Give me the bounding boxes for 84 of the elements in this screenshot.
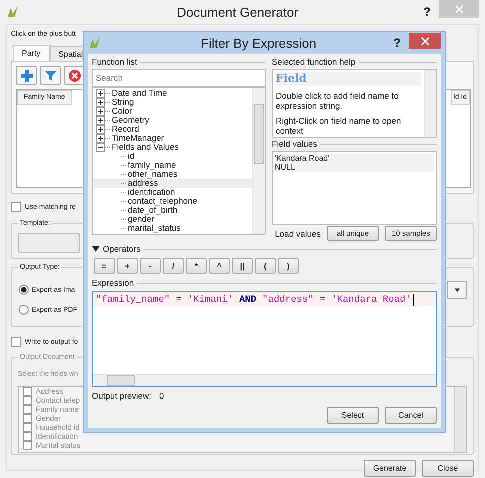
help-button[interactable]: ? — [386, 36, 409, 50]
tree-item[interactable]: Date and Time — [112, 89, 168, 98]
list-item[interactable]: 'Kandara Road' — [275, 154, 434, 163]
operator-button[interactable]: ) — [278, 258, 299, 274]
operator-button[interactable]: + — [117, 258, 138, 274]
dropdown-arrow-icon — [454, 286, 460, 294]
tree-item[interactable]: TimeManager — [112, 134, 164, 143]
tree-item[interactable]: marital_status — [128, 224, 181, 233]
section-title: Field values — [272, 139, 318, 149]
tab[interactable]: Party — [13, 45, 50, 61]
tree-item[interactable]: String — [112, 98, 134, 107]
funnel-icon — [44, 68, 58, 82]
tree-item[interactable]: Geometry — [112, 116, 150, 125]
close-button[interactable]: Close — [422, 460, 474, 477]
tree-item[interactable]: Record — [112, 125, 140, 134]
window-title: Document Generator — [176, 4, 300, 20]
app-icon — [6, 5, 20, 19]
checkbox[interactable] — [11, 202, 21, 212]
section-title: Selected function help — [272, 57, 356, 67]
expand-toggle-icon[interactable] — [96, 89, 105, 98]
filter-button[interactable] — [40, 66, 61, 85]
search-field[interactable]: Search — [92, 69, 266, 87]
code-token: 'Kandara Road' — [332, 294, 412, 306]
code-token: 'Kimani' — [188, 294, 234, 306]
section-title: Operators — [103, 244, 141, 254]
tree-item[interactable]: Fields and Values — [112, 143, 179, 152]
expand-toggle-icon[interactable] — [96, 116, 105, 125]
app-icon — [88, 36, 102, 50]
remove-button[interactable] — [64, 66, 85, 85]
section-title: Expression — [92, 278, 134, 288]
tree-item[interactable]: family_name — [128, 161, 176, 170]
close-button[interactable] — [409, 33, 441, 49]
help-heading: Field — [276, 72, 307, 85]
select-button[interactable]: Select — [327, 407, 379, 424]
help-text: Right-Click on field name to open context — [276, 116, 402, 136]
code-token: "address" — [262, 294, 314, 306]
preview-label: Output preview: — [92, 391, 152, 401]
help-button[interactable]: ? — [416, 5, 439, 19]
expand-toggle-icon[interactable] — [96, 107, 105, 116]
expand-toggle-icon[interactable] — [96, 143, 105, 152]
list-item[interactable]: NULL — [275, 163, 434, 172]
close-icon — [454, 4, 464, 14]
checkbox[interactable] — [11, 337, 21, 347]
delete-icon — [68, 68, 82, 82]
operator-button[interactable]: - — [140, 258, 161, 274]
tree-item[interactable]: gender — [128, 215, 154, 224]
help-text: Double click to add field name to expression string. — [276, 91, 400, 111]
cancel-button[interactable]: Cancel — [385, 407, 437, 424]
operator-button[interactable]: ^ — [209, 258, 230, 274]
code-token: = — [176, 294, 182, 306]
operator-button[interactable]: * — [186, 258, 207, 274]
expand-toggle-icon[interactable] — [96, 134, 105, 143]
scrollbar[interactable] — [93, 374, 436, 386]
expand-toggle-icon[interactable] — [96, 125, 105, 134]
tree-item[interactable]: date_of_birth — [128, 206, 178, 215]
expression-editor[interactable]: "family_name" = 'Kimani' AND "address" = 'Kandara Road' — [92, 291, 437, 387]
tree-item[interactable]: other_names — [128, 170, 178, 179]
tree-item[interactable]: Color — [112, 107, 132, 116]
add-button[interactable] — [16, 66, 37, 85]
dropdown[interactable] — [447, 281, 467, 299]
operator-button[interactable]: ( — [255, 258, 276, 274]
plus-icon — [20, 68, 34, 82]
code-token: AND — [239, 294, 257, 306]
generate-button[interactable]: Generate — [364, 460, 416, 477]
preview-value: 0 — [160, 391, 164, 401]
radio-button[interactable] — [19, 305, 29, 315]
tree-item[interactable]: id — [128, 152, 135, 161]
tree-item[interactable]: contact_telephone — [128, 197, 198, 206]
code-token: = — [320, 294, 326, 306]
tree-item[interactable]: identification — [128, 188, 176, 197]
load-values-label: Load values — [275, 228, 321, 238]
expand-toggle-icon[interactable] — [96, 98, 105, 107]
scrollbar[interactable] — [424, 70, 436, 137]
collapse-arrow-icon[interactable] — [92, 245, 100, 253]
tree-item[interactable]: address — [128, 179, 158, 188]
dialog-title: Filter By Expression — [200, 36, 318, 50]
operator-button[interactable]: = — [94, 258, 115, 274]
operator-button[interactable]: || — [232, 258, 253, 274]
radio-button[interactable] — [19, 285, 29, 295]
scrollbar[interactable] — [252, 88, 265, 234]
section-title: Function list — [92, 57, 138, 67]
code-token: "family_name" — [96, 294, 170, 306]
close-icon — [420, 36, 430, 46]
operator-button[interactable]: / — [163, 258, 184, 274]
